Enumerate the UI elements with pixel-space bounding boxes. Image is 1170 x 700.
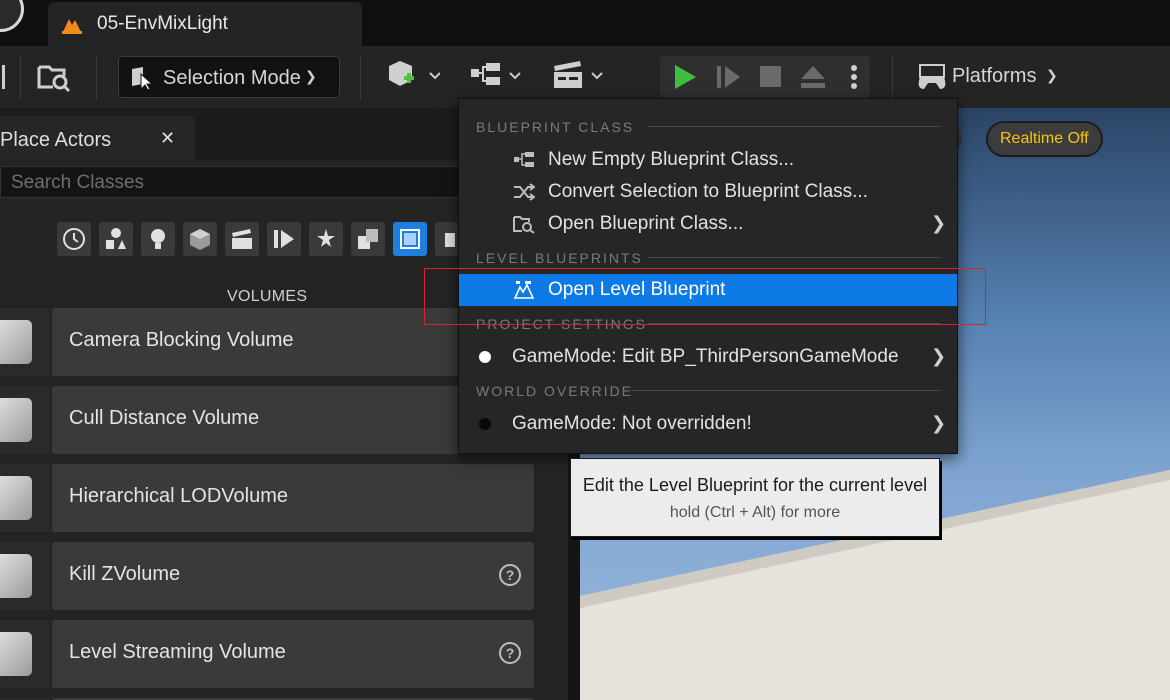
annotation-highlight-box	[424, 268, 986, 325]
level-tab-label: 05-EnvMixLight	[97, 13, 228, 34]
close-icon[interactable]: ✕	[160, 128, 175, 149]
basic-shapes-icon[interactable]	[99, 222, 133, 256]
unreal-logo-icon[interactable]	[0, 0, 24, 32]
folder-search-icon	[513, 216, 535, 234]
list-item[interactable]: Kill ZVolume ?	[0, 542, 534, 610]
blueprint-class-header: BLUEPRINT CLASS	[476, 119, 635, 135]
menu-item-label: Open Blueprint Class...	[548, 213, 744, 234]
content-browser-icon[interactable]	[36, 60, 72, 94]
place-actors-tab[interactable]: Place Actors ✕	[0, 116, 195, 160]
level-document-tab[interactable]: 05-EnvMixLight	[48, 2, 362, 46]
visual-effects-icon[interactable]	[267, 222, 301, 256]
selection-mode-label: Selection Mode	[163, 67, 301, 89]
item-label: Cull Distance Volume	[69, 407, 260, 429]
save-icon[interactable]	[0, 64, 6, 90]
menu-item-label: GameMode: Not overridden!	[512, 413, 752, 434]
cinematics-button[interactable]	[552, 58, 606, 94]
play-controls	[660, 56, 870, 98]
all-classes-icon[interactable]	[351, 222, 385, 256]
lights-icon[interactable]	[141, 222, 175, 256]
advance-frame-icon[interactable]	[716, 65, 742, 89]
selection-mode-icon	[132, 67, 153, 90]
item-label: Camera Blocking Volume	[69, 329, 294, 351]
platforms-icon	[918, 64, 946, 89]
eject-icon[interactable]	[800, 65, 826, 89]
tooltip: Edit the Level Blueprint for the current…	[570, 458, 940, 537]
chevron-right-icon: ❯	[931, 413, 947, 433]
blueprint-class-icon	[514, 152, 534, 167]
recent-icon[interactable]	[57, 222, 91, 256]
list-item[interactable]: Cull Distance Volume	[0, 386, 534, 454]
blueprint-menu-button[interactable]	[470, 58, 524, 94]
chevron-down-icon: ❯	[305, 68, 317, 84]
search-placeholder: Search Classes	[11, 172, 145, 193]
clapperboard-icon	[554, 61, 603, 88]
gamemode-edit-item[interactable]: GameMode: Edit BP_ThirdPersonGameMode ❯	[459, 341, 957, 373]
new-empty-blueprint-class-item[interactable]: New Empty Blueprint Class...	[459, 144, 957, 176]
item-label: Hierarchical LODVolume	[69, 485, 288, 507]
quick-add-button[interactable]	[386, 58, 440, 94]
item-label: Level Streaming Volume	[69, 641, 286, 663]
stop-icon[interactable]	[760, 66, 781, 87]
help-icon[interactable]: ?	[499, 642, 521, 664]
streaming-volume-icon	[0, 620, 50, 688]
realtime-off-badge[interactable]: Realtime Off	[986, 121, 1103, 157]
world-override-header: WORLD OVERRIDE	[476, 383, 634, 399]
white-dot-icon	[479, 351, 491, 363]
black-dot-icon	[479, 418, 491, 430]
menu-item-label: New Empty Blueprint Class...	[548, 149, 795, 170]
chevron-down-icon: ❯	[1046, 67, 1058, 83]
convert-selection-item[interactable]: Convert Selection to Blueprint Class...	[459, 176, 957, 208]
play-icon[interactable]	[672, 64, 698, 90]
title-bar: 05-EnvMixLight	[0, 0, 1170, 46]
level-blueprints-header: LEVEL BLUEPRINTS	[476, 250, 643, 266]
menu-item-label: Convert Selection to Blueprint Class...	[548, 181, 868, 202]
cinematic-icon[interactable]	[225, 222, 259, 256]
skull-volume-icon	[0, 542, 50, 610]
list-item[interactable]: Level Streaming Volume ?	[0, 620, 534, 688]
lod-volume-icon	[0, 464, 50, 532]
shuffle-icon	[514, 183, 535, 201]
chevron-right-icon: ❯	[931, 213, 947, 233]
more-icon[interactable]	[435, 222, 458, 256]
open-blueprint-class-item[interactable]: Open Blueprint Class... ❯	[459, 208, 957, 240]
gamemode-override-item[interactable]: GameMode: Not overridden! ❯	[459, 408, 957, 440]
tooltip-title: Edit the Level Blueprint for the current…	[582, 475, 928, 495]
blueprint-icon	[471, 63, 521, 85]
volumes-icon[interactable]	[393, 222, 427, 256]
tooltip-hint: hold (Ctrl + Alt) for more	[669, 504, 841, 521]
shapes-icon[interactable]	[183, 222, 217, 256]
camera-volume-icon	[0, 308, 50, 376]
item-label: Kill ZVolume	[69, 563, 181, 585]
volumes-section-title: VOLUMES	[227, 288, 308, 305]
list-item[interactable]: Hierarchical LODVolume	[0, 464, 534, 532]
place-actors-tab-label: Place Actors	[0, 129, 112, 151]
menu-item-label: GameMode: Edit BP_ThirdPersonGameMode	[512, 346, 899, 367]
add-actor-icon	[389, 61, 440, 86]
platforms-label: Platforms	[952, 65, 1037, 87]
selection-mode-dropdown[interactable]: Selection Mode ❯	[118, 56, 340, 98]
chevron-right-icon: ❯	[931, 346, 947, 366]
eye-volume-icon	[0, 386, 50, 454]
more-options-icon[interactable]	[850, 64, 858, 90]
help-icon[interactable]: ?	[499, 564, 521, 586]
geometry-icon[interactable]	[309, 222, 343, 256]
level-map-icon	[62, 19, 82, 34]
